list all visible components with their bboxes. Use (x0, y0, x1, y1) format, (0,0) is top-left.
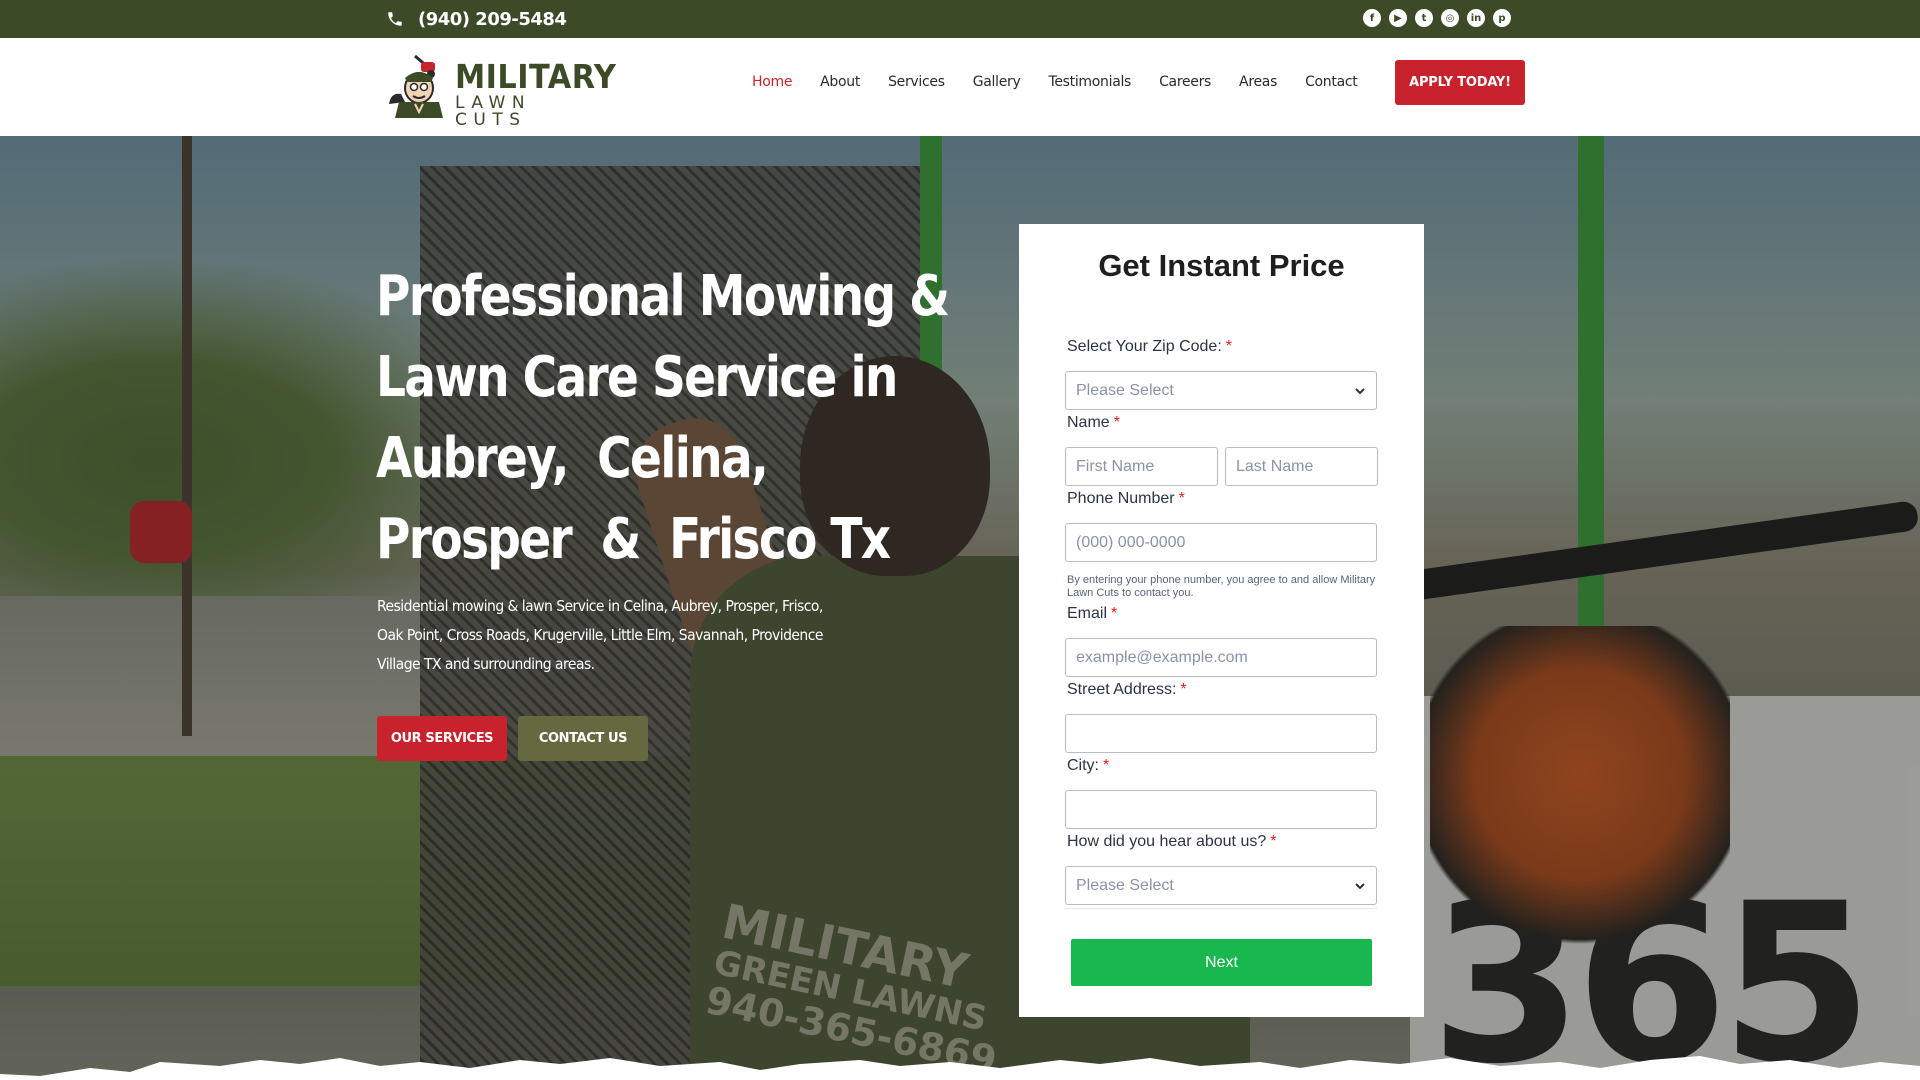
zip-label-text: Select Your Zip Code: (1067, 338, 1222, 355)
nav-gallery[interactable]: Gallery (973, 74, 1021, 90)
next-button[interactable]: Next (1071, 939, 1372, 986)
hero-section: MILITARY GREEN LAWNS 940-365-6869 365 Pr… (0, 136, 1920, 1080)
youtube-icon[interactable]: ▶ (1389, 9, 1407, 27)
hero-title: Professional Mowing & Lawn Care Service … (376, 256, 950, 580)
required-mark: * (1178, 490, 1185, 507)
phone-link[interactable]: (940) 209-5484 (386, 7, 567, 31)
nav-contact[interactable]: Contact (1305, 74, 1358, 90)
required-mark: * (1103, 757, 1110, 774)
required-mark: * (1270, 833, 1277, 850)
form-title: Get Instant Price (1098, 248, 1345, 283)
site-header: MILITARY LAWN CUTS Home About Services G… (0, 38, 1920, 136)
logo-subtitle: LAWN CUTS (455, 93, 532, 130)
site-logo[interactable]: MILITARY LAWN CUTS (385, 50, 616, 129)
phone-label: Phone Number * (1067, 490, 1185, 508)
zip-select-value: Please Select (1076, 381, 1174, 399)
hero-title-line: Lawn Care Service in (376, 345, 898, 410)
phone-consent-note: By entering your phone number, you agree… (1067, 574, 1376, 599)
nav-areas[interactable]: Areas (1239, 74, 1277, 90)
linkedin-icon[interactable]: in (1467, 9, 1485, 27)
zip-label: Select Your Zip Code: * (1067, 338, 1232, 356)
chevron-down-icon (1355, 387, 1365, 394)
required-mark: * (1111, 605, 1118, 622)
phone-icon (388, 12, 402, 26)
logo-title: MILITARY (455, 57, 617, 96)
nav-testimonials[interactable]: Testimonials (1048, 74, 1131, 90)
phone-number: (940) 209-5484 (418, 8, 567, 30)
email-label: Email * (1067, 605, 1117, 623)
contact-us-button[interactable]: CONTACT US (518, 716, 648, 761)
our-services-button[interactable]: OUR SERVICES (377, 716, 507, 761)
nav-home[interactable]: Home (752, 74, 792, 90)
hero-subtitle: Residential mowing & lawn Service in Cel… (377, 597, 823, 673)
first-name-input[interactable] (1065, 447, 1218, 486)
email-input[interactable] (1065, 638, 1377, 677)
torn-paper-edge (0, 1056, 1920, 1080)
required-mark: * (1180, 681, 1187, 698)
nav-services[interactable]: Services (888, 74, 945, 90)
last-name-input[interactable] (1225, 447, 1378, 486)
soldier-mascot-icon (389, 54, 443, 118)
apply-today-button[interactable]: APPLY TODAY! (1395, 60, 1525, 105)
email-label-text: Email (1067, 605, 1108, 622)
pinterest-icon[interactable]: p (1493, 9, 1511, 27)
instagram-icon[interactable]: ◎ (1441, 9, 1459, 27)
name-label: Name * (1067, 414, 1120, 432)
street-address-input[interactable] (1065, 714, 1377, 753)
street-label-text: Street Address: (1067, 681, 1177, 698)
phone-label-text: Phone Number (1067, 490, 1175, 507)
city-label-text: City: (1067, 757, 1099, 774)
hero-title-line: Prosper & Frisco Tx (376, 507, 891, 572)
zip-select[interactable]: Please Select (1065, 371, 1377, 410)
hero-overlay (0, 136, 1920, 1080)
city-label: City: * (1067, 757, 1109, 775)
nav-about[interactable]: About (820, 74, 860, 90)
main-nav: Home About Services Gallery Testimonials… (752, 74, 1385, 90)
phone-input[interactable] (1065, 523, 1377, 562)
referral-select-value: Please Select (1076, 876, 1174, 894)
chevron-down-icon (1355, 882, 1365, 889)
social-links: f ▶ t ◎ in p (1363, 9, 1519, 27)
nav-careers[interactable]: Careers (1159, 74, 1211, 90)
street-label: Street Address: * (1067, 681, 1187, 699)
form-divider (1065, 908, 1377, 909)
hero-title-line: Aubrey, Celina, (376, 426, 769, 491)
hero-title-line: Professional Mowing & (376, 264, 950, 329)
name-label-text: Name (1067, 414, 1110, 431)
twitter-icon[interactable]: t (1415, 9, 1433, 27)
city-input[interactable] (1065, 790, 1377, 829)
required-mark: * (1113, 414, 1120, 431)
facebook-icon[interactable]: f (1363, 9, 1381, 27)
top-bar: (940) 209-5484 f ▶ t ◎ in p (0, 0, 1920, 38)
required-mark: * (1225, 338, 1232, 355)
hear-label-text: How did you hear about us? (1067, 833, 1267, 850)
instant-price-form: Get Instant Price Select Your Zip Code: *… (1019, 224, 1424, 1017)
hear-label: How did you hear about us? * (1067, 833, 1276, 851)
referral-select[interactable]: Please Select (1065, 866, 1377, 905)
